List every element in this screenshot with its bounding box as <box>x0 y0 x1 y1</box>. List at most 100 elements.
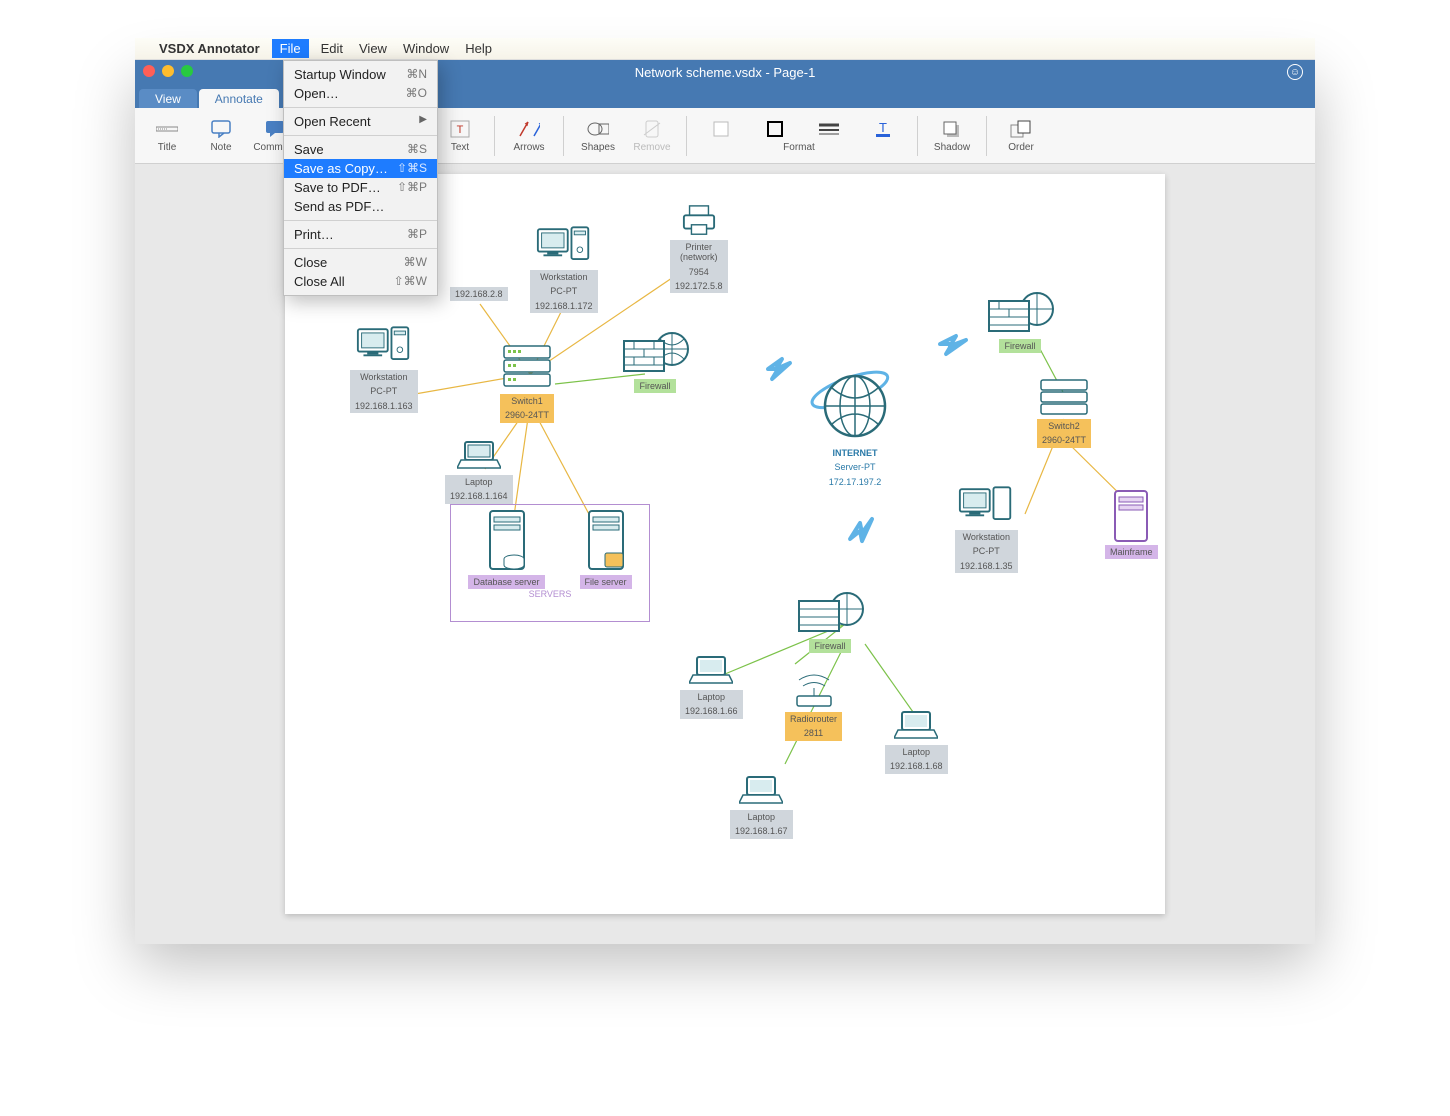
close-window-button[interactable] <box>143 65 155 77</box>
fw3-title: Firewall <box>809 639 850 653</box>
tool-order[interactable]: Order <box>995 111 1047 161</box>
menu-startup-window[interactable]: Startup Window⌘N <box>284 65 437 84</box>
app-window: VSDX Annotator File Edit View Window Hel… <box>135 60 1315 944</box>
ws2-ip: 192.168.1.163 <box>350 399 418 413</box>
node-firewall-3[interactable]: Firewall <box>795 589 865 653</box>
menubar-window[interactable]: Window <box>403 41 449 56</box>
firewall-icon <box>620 329 690 379</box>
tool-arrows[interactable]: Arrows <box>503 111 555 161</box>
menu-print[interactable]: Print…⌘P <box>284 225 437 244</box>
fullscreen-window-button[interactable] <box>181 65 193 77</box>
firewall-icon <box>795 589 865 639</box>
laptop-icon <box>457 439 501 473</box>
remove-icon <box>641 119 663 139</box>
node-firewall-2[interactable]: Firewall <box>985 289 1055 353</box>
servers-group[interactable]: Database server File server SERVERS <box>450 504 650 622</box>
node-db-server[interactable]: Database server <box>468 509 544 589</box>
submenu-arrow-icon: ▶ <box>419 114 427 129</box>
server-icon <box>583 509 629 575</box>
node-hub[interactable]: 192.168.2.8 <box>450 287 508 301</box>
node-switch-2[interactable]: Switch22960-24TT <box>1037 377 1091 448</box>
tool-shapes[interactable]: Shapes <box>572 111 624 161</box>
sw2-title: Switch2 <box>1037 419 1091 433</box>
laptop4-title: Laptop <box>730 810 793 824</box>
svg-text:T: T <box>457 124 464 136</box>
globe-icon <box>810 364 900 444</box>
node-laptop-3[interactable]: Laptop192.168.1.68 <box>885 709 948 774</box>
menu-close-all[interactable]: Close All⇧⌘W <box>284 272 437 291</box>
tool-fill[interactable] <box>695 111 747 161</box>
node-printer[interactable]: Printer (network)7954192.172.5.8 <box>670 204 728 293</box>
internet-ip: 172.17.197.2 <box>824 475 887 489</box>
menu-open-recent[interactable]: Open Recent▶ <box>284 112 437 131</box>
tool-title[interactable]: Title <box>141 111 193 161</box>
node-firewall-1[interactable]: Firewall <box>620 329 690 393</box>
printer-icon <box>677 204 721 238</box>
printer-title: Printer (network) <box>670 240 728 265</box>
arrows-icon <box>518 119 540 139</box>
internet-sub: Server-PT <box>824 460 887 474</box>
line-style-icon <box>818 119 840 139</box>
printer-ip: 192.172.5.8 <box>670 279 728 293</box>
feedback-icon[interactable]: ☺ <box>1287 64 1303 80</box>
node-file-server[interactable]: File server <box>580 509 632 589</box>
node-laptop-2[interactable]: Laptop192.168.1.66 <box>680 654 743 719</box>
node-switch-1[interactable]: Switch12960-24TT <box>500 342 554 423</box>
menubar-help[interactable]: Help <box>465 41 492 56</box>
text-color-icon: T <box>872 119 894 139</box>
router-title: Radiorouter <box>785 712 842 726</box>
tool-stroke[interactable] <box>749 111 801 161</box>
minimize-window-button[interactable] <box>162 65 174 77</box>
menubar-view[interactable]: View <box>359 41 387 56</box>
node-workstation-2[interactable]: WorkstationPC-PT192.168.1.163 <box>350 324 418 413</box>
menu-save-as-copy[interactable]: Save as Copy…⇧⌘S <box>284 159 437 178</box>
menu-save[interactable]: Save⌘S <box>284 140 437 159</box>
workstation-icon <box>958 484 1014 528</box>
ws1-title: Workstation <box>530 270 598 284</box>
tab-view[interactable]: View <box>139 89 197 108</box>
ws1-ip: 192.168.1.172 <box>530 299 598 313</box>
fileserver-label: File server <box>580 575 632 589</box>
stroke-icon <box>764 119 786 139</box>
mac-menubar: VSDX Annotator File Edit View Window Hel… <box>135 38 1315 60</box>
tool-remove[interactable]: Remove <box>626 111 678 161</box>
node-mainframe[interactable]: Mainframe <box>1105 489 1158 559</box>
text-icon: T <box>449 119 471 139</box>
document-title: Network scheme.vsdx - Page-1 <box>635 65 816 80</box>
sw1-title: Switch1 <box>500 394 554 408</box>
tool-text[interactable]: TText <box>434 111 486 161</box>
tool-text-color[interactable]: T <box>857 111 909 161</box>
workstation-icon <box>356 324 412 368</box>
node-workstation-1[interactable]: WorkstationPC-PT192.168.1.172 <box>530 224 598 313</box>
node-laptop-1[interactable]: Laptop192.168.1.164 <box>445 439 513 504</box>
sw2-sub: 2960-24TT <box>1037 433 1091 447</box>
menu-send-as-pdf[interactable]: Send as PDF… <box>284 197 437 216</box>
menu-open[interactable]: Open…⌘O <box>284 84 437 103</box>
node-workstation-3[interactable]: WorkstationPC-PT192.168.1.35 <box>955 484 1018 573</box>
menu-close[interactable]: Close⌘W <box>284 253 437 272</box>
traffic-lights <box>143 65 193 77</box>
node-radiorouter[interactable]: Radiorouter2811 <box>785 674 842 741</box>
laptop-icon <box>739 774 783 808</box>
switch-icon <box>1038 377 1090 417</box>
tool-note[interactable]: Note <box>195 111 247 161</box>
ws3-title: Workstation <box>955 530 1018 544</box>
laptop-icon <box>894 709 938 743</box>
node-internet[interactable]: INTERNETServer-PT172.17.197.2 <box>810 364 900 489</box>
ws2-title: Workstation <box>350 370 418 384</box>
tool-shadow[interactable]: Shadow <box>926 111 978 161</box>
firewall-icon <box>985 289 1055 339</box>
menu-save-to-pdf[interactable]: Save to PDF…⇧⌘P <box>284 178 437 197</box>
title-icon <box>156 119 178 139</box>
tab-annotate[interactable]: Annotate <box>199 89 279 108</box>
node-laptop-4[interactable]: Laptop192.168.1.67 <box>730 774 793 839</box>
ws1-sub: PC-PT <box>530 284 598 298</box>
tool-line-style[interactable]: Format <box>803 111 855 161</box>
menubar-app[interactable]: VSDX Annotator <box>159 41 260 56</box>
menubar-edit[interactable]: Edit <box>321 41 343 56</box>
file-menu-dropdown: Startup Window⌘N Open…⌘O Open Recent▶ Sa… <box>283 60 438 296</box>
order-icon <box>1010 119 1032 139</box>
shadow-icon <box>941 119 963 139</box>
fw2-title: Firewall <box>999 339 1040 353</box>
menubar-file[interactable]: File <box>272 39 309 58</box>
